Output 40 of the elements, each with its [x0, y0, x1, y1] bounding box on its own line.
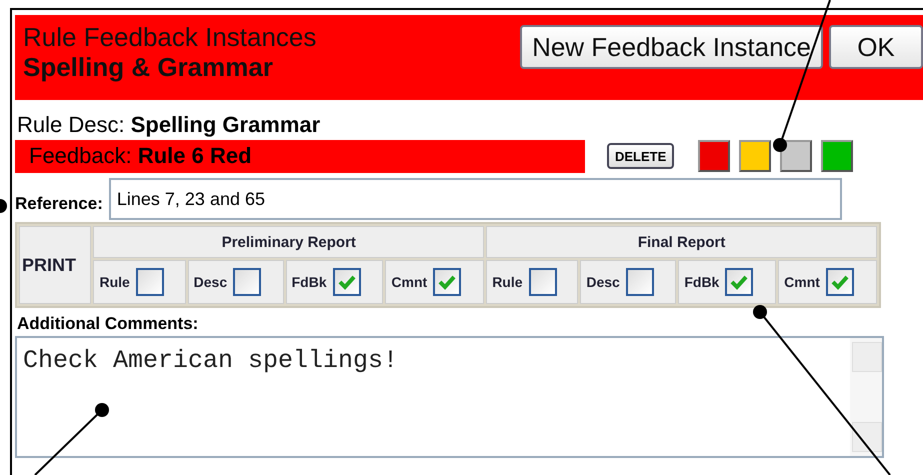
color-swatch[interactable]	[780, 140, 812, 172]
comments-label: Additional Comments:	[17, 314, 200, 334]
checkbox[interactable]	[332, 268, 361, 296]
leader-line	[0, 199, 7, 213]
checkbox[interactable]	[136, 268, 164, 296]
color-swatch[interactable]	[739, 140, 772, 172]
reference-field[interactable]: Lines 7, 23 and 65	[108, 178, 842, 220]
report-heading: Final Report	[486, 226, 877, 258]
color-swatch[interactable]	[821, 140, 854, 172]
page-subtitle: Spelling & Grammar	[23, 51, 274, 83]
ok-button[interactable]: OK	[829, 25, 923, 69]
color-swatch[interactable]	[698, 140, 730, 172]
checkbox[interactable]	[826, 268, 854, 296]
new-instance-button[interactable]: New Feedback Instance	[520, 25, 823, 69]
option-label: Desc	[586, 274, 620, 290]
checkbox[interactable]	[725, 268, 754, 296]
checkmark-icon	[338, 274, 356, 290]
checkmark-icon	[730, 274, 748, 290]
option-label: Cmnt	[391, 274, 428, 290]
comments-field[interactable]: Check American spellings!	[15, 336, 884, 458]
report-heading: Preliminary Report	[93, 226, 484, 258]
option-label: Rule	[492, 274, 523, 290]
rule-description: Rule Desc: Spelling Grammar	[17, 112, 322, 138]
option-label: FdBk	[684, 274, 720, 290]
option-label: FdBk	[292, 274, 327, 290]
checkmark-icon	[438, 274, 456, 290]
feedback-bar: Feedback: Rule 6 Red	[15, 140, 585, 172]
checkbox[interactable]	[528, 268, 557, 296]
delete-button[interactable]: DELETE	[607, 143, 674, 169]
option-label: Cmnt	[784, 274, 820, 290]
print-label: PRINT	[19, 226, 92, 304]
option-label: Rule	[99, 274, 130, 290]
scrollbar[interactable]	[850, 338, 882, 456]
checkmark-icon	[830, 274, 849, 290]
page-title: Rule Feedback Instances	[23, 23, 316, 51]
checkbox[interactable]	[233, 268, 262, 296]
option-label: Desc	[194, 274, 228, 290]
checkbox[interactable]	[626, 268, 654, 296]
checkbox[interactable]	[433, 268, 462, 296]
reference-label: Reference:	[15, 193, 103, 214]
